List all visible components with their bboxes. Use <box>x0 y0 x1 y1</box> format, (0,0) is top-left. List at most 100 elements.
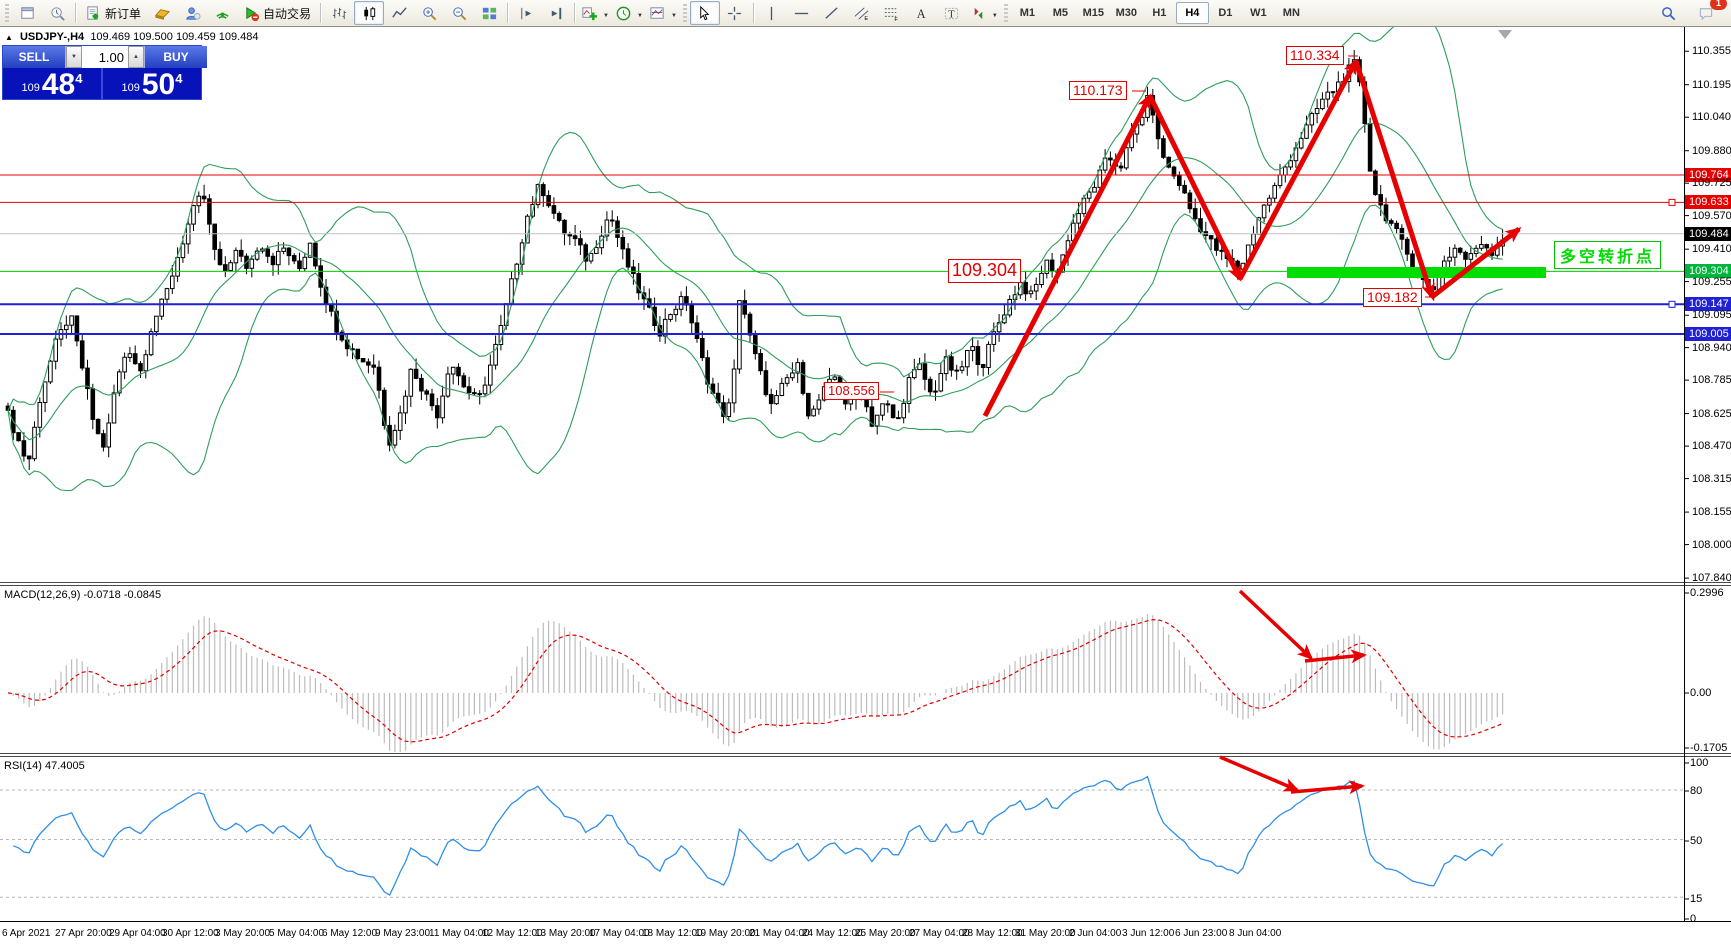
template-icon <box>649 5 666 22</box>
toolbar-separator <box>75 3 76 23</box>
bars-chart-icon <box>331 5 348 22</box>
volume-increase-button[interactable] <box>128 46 144 68</box>
expand-quotes-icon[interactable] <box>5 31 17 43</box>
signals-button[interactable] <box>207 1 237 25</box>
timeframe-m5-button[interactable]: M5 <box>1044 2 1077 24</box>
dropdown-caret-icon[interactable] <box>601 6 609 20</box>
toolbar-grip <box>1004 4 1008 22</box>
vertical-line-icon <box>763 5 780 22</box>
zoom-in-icon <box>421 5 438 22</box>
clock-icon <box>615 5 632 22</box>
crosshair-icon <box>726 5 743 22</box>
dropdown-caret-icon[interactable] <box>635 6 643 20</box>
mt4-window: 新订单 自动交易 <box>0 0 1731 947</box>
volume-decrease-button[interactable] <box>66 46 82 68</box>
tile-windows-button[interactable] <box>474 1 504 25</box>
strategy-tester-button[interactable] <box>42 1 72 25</box>
timeframe-m1-button[interactable]: M1 <box>1011 2 1044 24</box>
horizontal-line-icon <box>793 5 810 22</box>
svg-text:A: A <box>917 7 926 21</box>
timeframe-m15-button[interactable]: M15 <box>1077 2 1110 24</box>
rsi-label: RSI(14) 47.4005 <box>4 760 85 772</box>
fibonacci-button[interactable]: F <box>877 1 907 25</box>
chart-shift-icon <box>518 5 535 22</box>
new-order-label: 新订单 <box>105 5 141 22</box>
zoom-out-button[interactable] <box>444 1 474 25</box>
sell-price-prefix: 109 <box>22 82 40 94</box>
notification-count-badge: 1 <box>1710 0 1727 10</box>
arrows-button[interactable] <box>967 1 1001 25</box>
ohlc-values: 109.469 109.500 109.459 109.484 <box>90 31 258 43</box>
buy-button[interactable]: BUY <box>145 46 207 68</box>
fibonacci-icon: F <box>883 5 900 22</box>
vertical-line-button[interactable] <box>757 1 787 25</box>
timeframe-w1-button[interactable]: W1 <box>1242 2 1275 24</box>
label-button[interactable]: T <box>937 1 967 25</box>
indicators-icon <box>581 5 598 22</box>
search-button[interactable] <box>1653 1 1683 25</box>
toolbar: 新订单 自动交易 <box>0 0 1731 27</box>
templates-button[interactable] <box>646 1 680 25</box>
chart-shift-button[interactable] <box>511 1 541 25</box>
cursor-icon <box>696 5 713 22</box>
text-button[interactable]: A <box>907 1 937 25</box>
new-chart-button[interactable] <box>147 1 177 25</box>
timeframe-d1-button[interactable]: D1 <box>1209 2 1242 24</box>
auto-trading-icon <box>243 5 260 22</box>
toolbar-grip <box>5 4 9 22</box>
toolbar-separator <box>574 3 575 23</box>
zoom-out-icon <box>451 5 468 22</box>
channel-button[interactable]: E <box>847 1 877 25</box>
chart-window-button[interactable] <box>12 1 42 25</box>
timeframe-mn-button[interactable]: MN <box>1275 2 1308 24</box>
toolbar-separator <box>507 3 508 23</box>
zoom-in-button[interactable] <box>414 1 444 25</box>
auto-trading-button[interactable]: 自动交易 <box>237 1 317 25</box>
new-order-icon <box>85 5 102 22</box>
one-click-trading-panel: SELL BUY 109 48 4 109 50 4 <box>2 45 202 100</box>
macd-label: MACD(12,26,9) -0.0718 -0.0845 <box>4 589 161 601</box>
timeframe-h4-button[interactable]: H4 <box>1176 2 1209 24</box>
dropdown-caret-icon[interactable] <box>669 6 677 20</box>
candles-chart-button[interactable] <box>354 1 384 25</box>
sell-price[interactable]: 109 48 4 <box>3 68 103 99</box>
chart-window-icon <box>19 5 36 22</box>
arrows-icon <box>970 5 987 22</box>
text-label-icon: T <box>943 5 960 22</box>
accounts-button[interactable] <box>177 1 207 25</box>
symbol-label: USDJPY-,H4 <box>20 31 84 43</box>
buy-price-prefix: 109 <box>122 82 140 94</box>
svg-text:T: T <box>949 9 956 20</box>
timeframe-m30-button[interactable]: M30 <box>1110 2 1143 24</box>
svg-text:F: F <box>895 17 899 22</box>
new-order-button[interactable]: 新订单 <box>79 1 147 25</box>
chart-canvas[interactable] <box>0 0 1731 947</box>
buy-price-pip: 4 <box>175 71 182 86</box>
auto-trading-label: 自动交易 <box>263 5 311 22</box>
tile-windows-icon <box>481 5 498 22</box>
volume-input[interactable] <box>82 46 128 68</box>
text-icon: A <box>913 5 930 22</box>
buy-price-big: 50 <box>142 72 175 98</box>
bars-chart-button[interactable] <box>324 1 354 25</box>
volume-control <box>65 46 145 68</box>
line-chart-button[interactable] <box>384 1 414 25</box>
sell-button[interactable]: SELL <box>3 46 65 68</box>
horizontal-line-button[interactable] <box>787 1 817 25</box>
search-icon <box>1660 5 1677 22</box>
periods-button[interactable] <box>612 1 646 25</box>
gold-ingot-icon <box>154 5 171 22</box>
timeframe-h1-button[interactable]: H1 <box>1143 2 1176 24</box>
dropdown-caret-icon[interactable] <box>990 6 998 20</box>
cursor-button[interactable] <box>690 1 720 25</box>
svg-text:E: E <box>865 16 869 22</box>
crosshair-button[interactable] <box>720 1 750 25</box>
buy-price[interactable]: 109 50 4 <box>103 68 201 99</box>
sell-price-big: 48 <box>42 72 75 98</box>
indicators-button[interactable] <box>578 1 612 25</box>
toolbar-separator <box>320 3 321 23</box>
toolbar-separator <box>753 3 754 23</box>
notifications-button[interactable]: 1 <box>1691 1 1721 25</box>
trendline-button[interactable] <box>817 1 847 25</box>
auto-scroll-button[interactable] <box>541 1 571 25</box>
